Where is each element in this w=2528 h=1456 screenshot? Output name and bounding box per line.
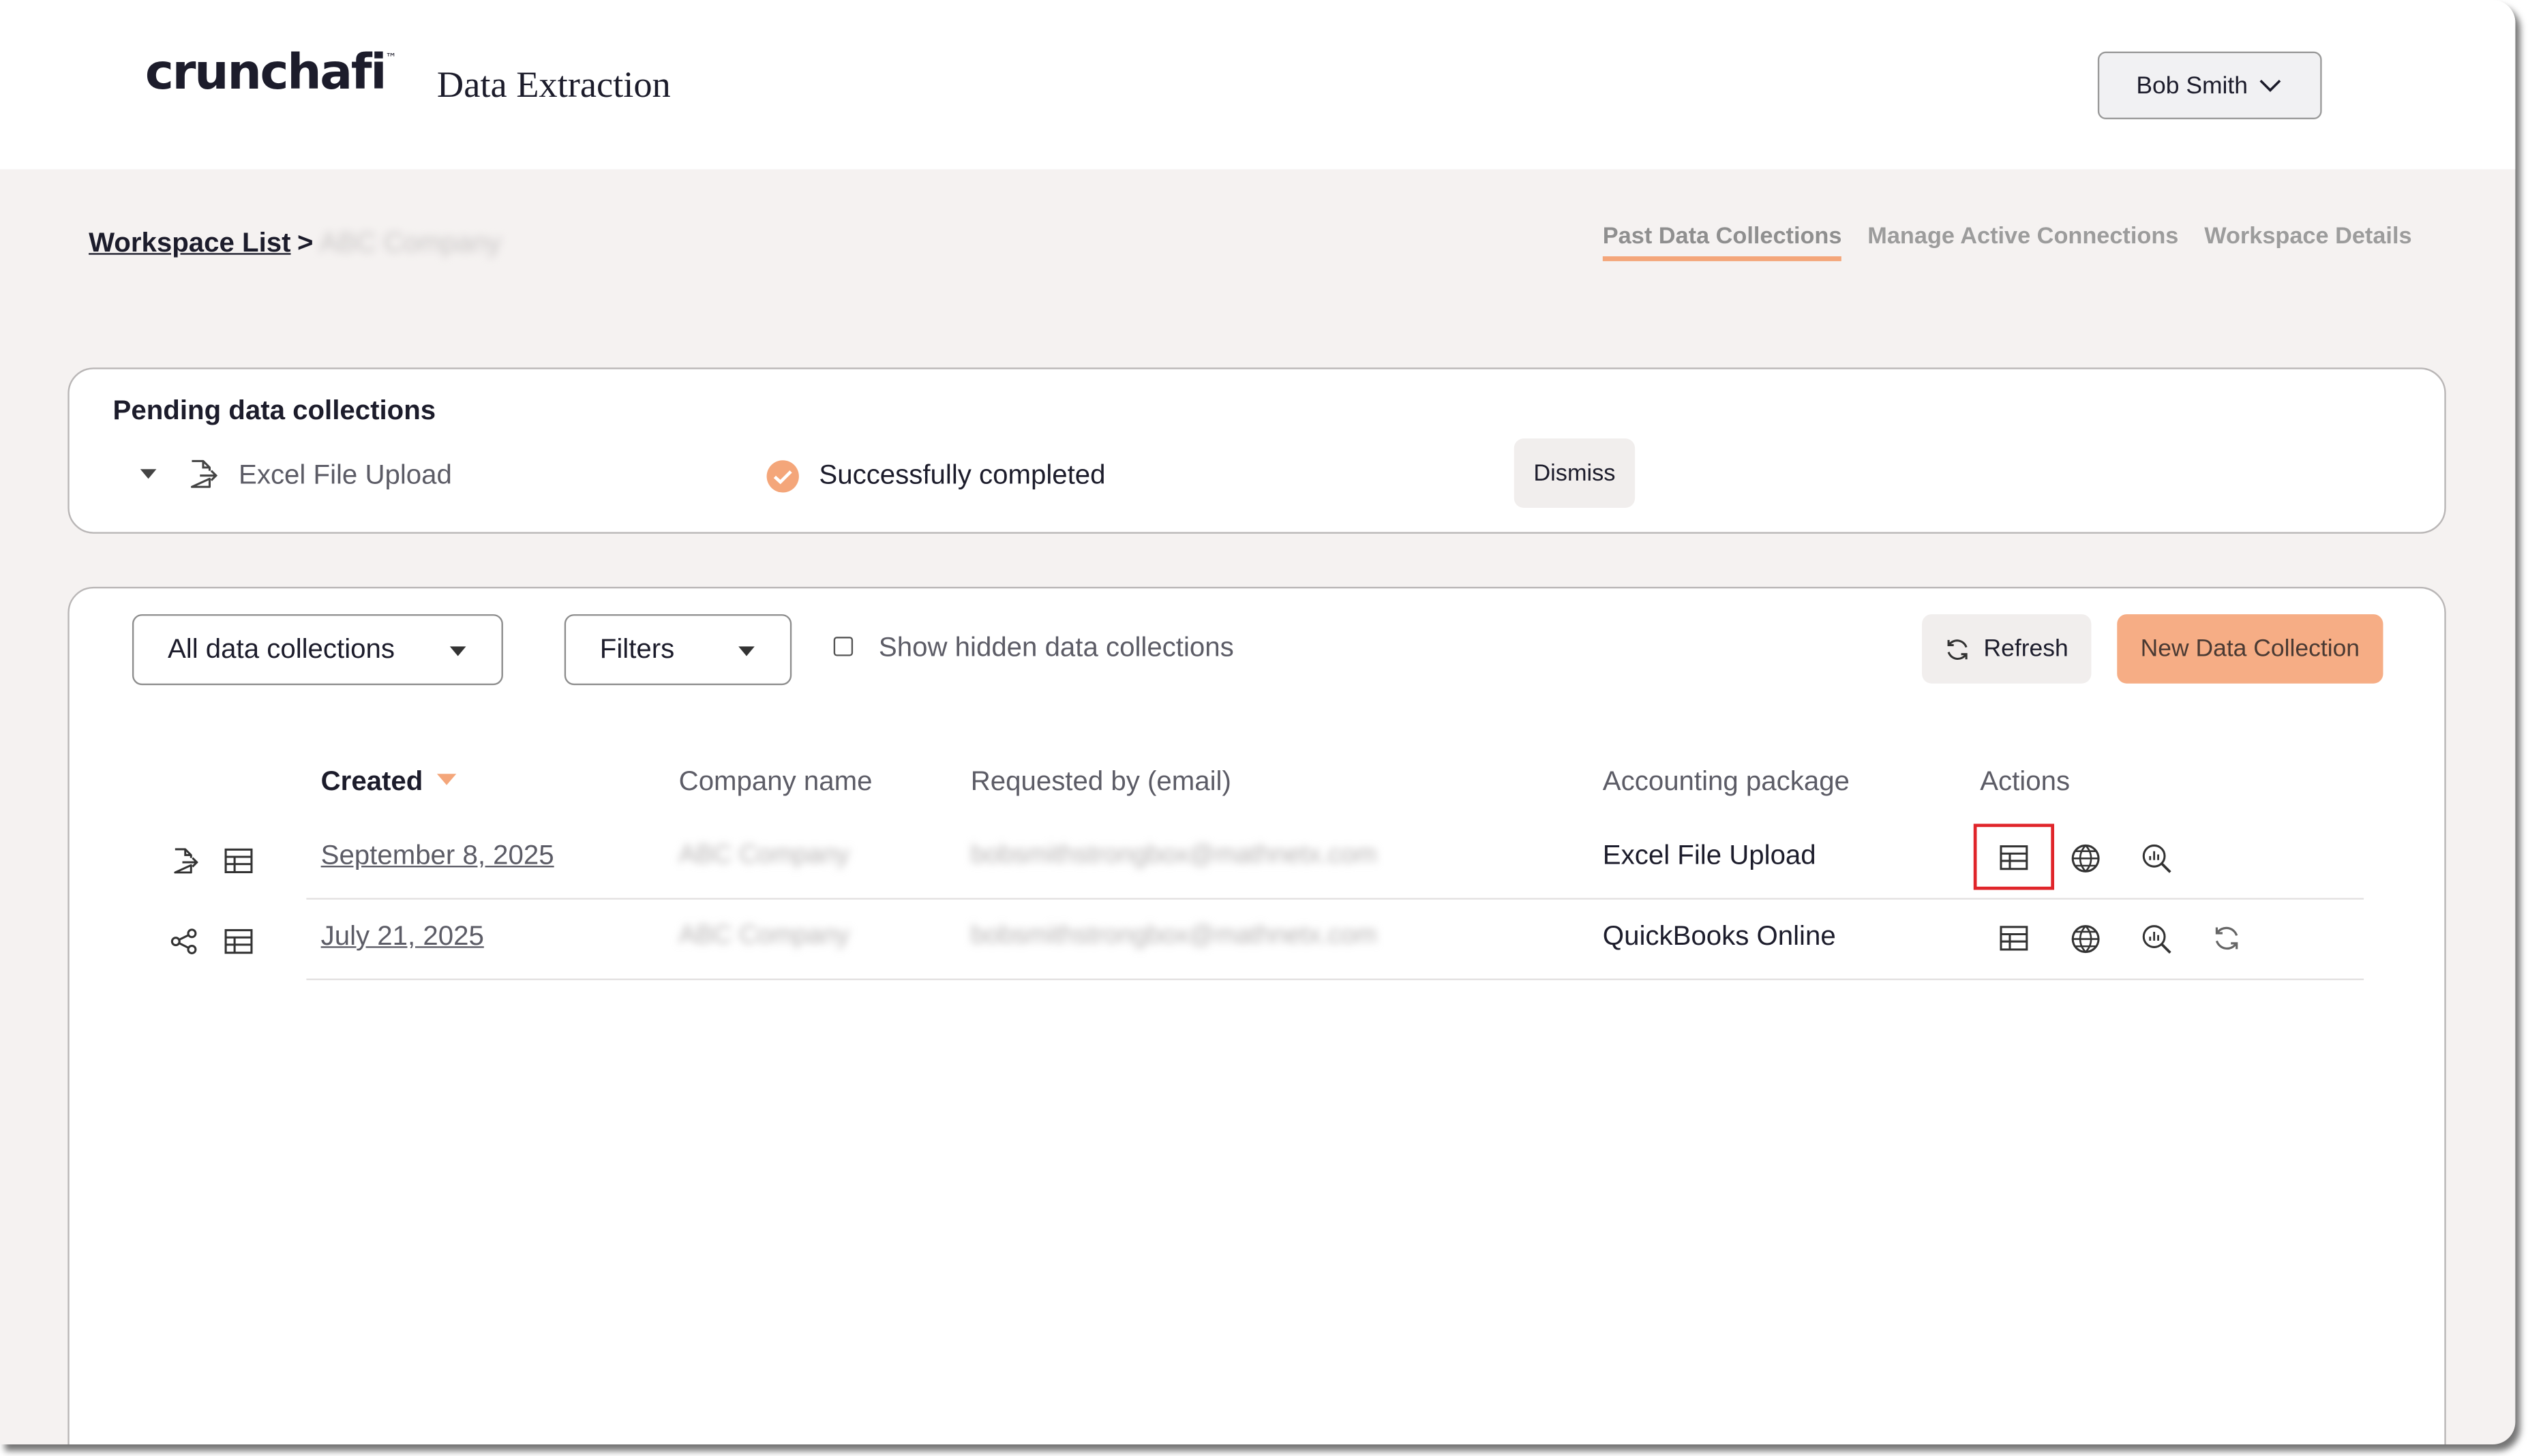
refresh-label: Refresh xyxy=(1983,635,2068,663)
breadcrumb-workspace-list[interactable]: Workspace List xyxy=(89,227,290,258)
sort-desc-icon xyxy=(437,774,457,785)
top-bar: crunchafi™ Data Extraction Bob Smith xyxy=(0,0,2516,170)
table-icon[interactable] xyxy=(224,847,254,876)
requested-by-email: bobsmithstrongbox@mathnetx.com xyxy=(970,841,1377,869)
highlight-box xyxy=(1973,823,2055,890)
show-hidden-checkbox[interactable] xyxy=(833,637,854,656)
column-header-requested-by: Requested by (email) xyxy=(970,765,1231,797)
chevron-down-icon xyxy=(2257,78,2283,94)
user-name: Bob Smith xyxy=(2136,72,2248,100)
share-icon xyxy=(169,927,198,956)
pending-item-label: Excel File Upload xyxy=(239,459,452,490)
collections-dropdown[interactable]: All data collections xyxy=(132,614,503,686)
created-date-link[interactable]: September 8, 2025 xyxy=(321,840,554,872)
column-header-created[interactable]: Created xyxy=(321,765,457,798)
breadcrumb-current: ABC Company xyxy=(319,227,501,258)
caret-down-icon[interactable] xyxy=(140,469,157,479)
breadcrumb: Workspace List > ABC Company xyxy=(89,227,501,259)
collections-card: All data collections Filters Show hidden… xyxy=(67,586,2448,1445)
globe-icon[interactable] xyxy=(2071,843,2101,874)
row-divider xyxy=(306,978,2364,980)
pending-item: Excel File Upload Successfully completed… xyxy=(140,438,2398,508)
column-header-created-label: Created xyxy=(320,765,423,797)
refresh-icon[interactable] xyxy=(2212,924,2243,954)
show-hidden-label[interactable]: Show hidden data collections xyxy=(879,632,1234,664)
refresh-icon xyxy=(1945,636,1971,662)
page-tabs: Past Data Collections Manage Active Conn… xyxy=(1602,224,2412,262)
file-export-icon xyxy=(185,458,218,490)
tab-past-data-collections[interactable]: Past Data Collections xyxy=(1602,224,1842,262)
accounting-package: Excel File Upload xyxy=(1602,840,1816,871)
analyze-icon[interactable] xyxy=(2141,924,2172,954)
screen: crunchafi™ Data Extraction Bob Smith Wor… xyxy=(0,0,2528,1456)
dismiss-button[interactable]: Dismiss xyxy=(1514,438,1636,508)
analyze-icon[interactable] xyxy=(2141,843,2172,874)
accounting-package: QuickBooks Online xyxy=(1602,920,1836,952)
tab-manage-active-connections[interactable]: Manage Active Connections xyxy=(1867,224,2178,261)
company-name: ABC Company xyxy=(678,922,849,950)
filters-dropdown-value: Filters xyxy=(599,633,675,665)
column-header-company: Company name xyxy=(678,765,873,797)
refresh-button[interactable]: Refresh xyxy=(1922,614,2092,684)
dropdown-arrow-icon xyxy=(738,646,755,656)
created-date-link[interactable]: July 21, 2025 xyxy=(321,920,484,952)
column-header-package: Accounting package xyxy=(1602,765,1850,797)
dropdown-arrow-icon xyxy=(449,646,466,656)
new-data-collection-button[interactable]: New Data Collection xyxy=(2117,614,2383,684)
app-title: Data Extraction xyxy=(436,64,671,105)
pending-status: Successfully completed xyxy=(819,459,1106,490)
table-icon[interactable] xyxy=(224,927,254,956)
column-header-actions: Actions xyxy=(1980,765,2071,797)
globe-icon[interactable] xyxy=(2071,924,2101,954)
collections-dropdown-value: All data collections xyxy=(167,633,395,665)
table-row: July 21, 2025 ABC Company bobsmithstrong… xyxy=(70,900,2448,980)
company-name: ABC Company xyxy=(678,841,849,869)
check-circle-icon xyxy=(766,459,800,494)
file-export-icon xyxy=(169,847,198,876)
pending-title: Pending data collections xyxy=(112,395,436,426)
table-icon[interactable] xyxy=(2000,924,2030,954)
logo-text: crunchafi xyxy=(145,45,387,102)
user-menu-button[interactable]: Bob Smith xyxy=(2097,51,2322,120)
requested-by-email: bobsmithstrongbox@mathnetx.com xyxy=(970,922,1377,950)
breadcrumb-separator: > xyxy=(297,227,314,258)
table-row: September 8, 2025 ABC Company bobsmithst… xyxy=(70,819,2448,900)
pending-collections-card: Pending data collections Excel File Uplo… xyxy=(67,367,2446,534)
tab-workspace-details[interactable]: Workspace Details xyxy=(2204,224,2411,261)
logo: crunchafi™ xyxy=(145,45,397,102)
logo-trademark: ™ xyxy=(385,51,397,65)
filters-dropdown[interactable]: Filters xyxy=(564,614,792,686)
app-window: crunchafi™ Data Extraction Bob Smith Wor… xyxy=(0,0,2516,1445)
